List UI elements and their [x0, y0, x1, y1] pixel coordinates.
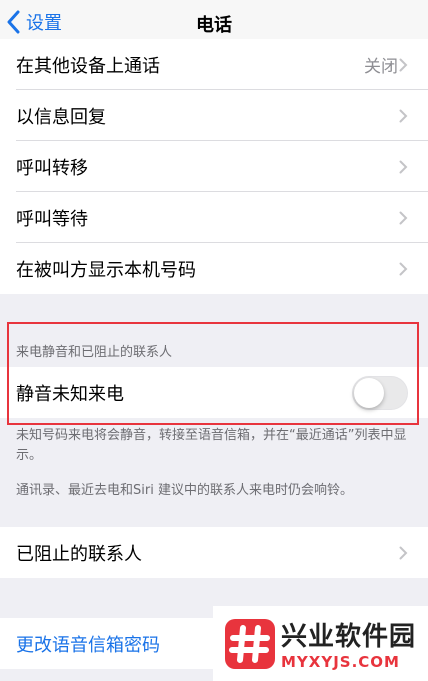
row-call-forwarding[interactable]: 呼叫转移: [0, 141, 428, 192]
row-respond-with-text[interactable]: 以信息回复: [0, 90, 428, 141]
chevron-right-icon: [399, 58, 408, 72]
settings-group-blocked: 已阻止的联系人: [0, 527, 428, 578]
row-label: 已阻止的联系人: [16, 543, 142, 565]
row-label: 在被叫方显示本机号码: [16, 259, 196, 281]
watermark-en: MYXYJS.COM: [281, 653, 400, 671]
row-label: 呼叫转移: [16, 157, 88, 179]
row-value: 关闭: [364, 57, 398, 77]
settings-group-calls: 在其他设备上通话 关闭 以信息回复 呼叫转移 呼叫等待 在被叫方显示本机号码: [0, 39, 428, 294]
navigation-bar: 设置 电话: [0, 0, 428, 44]
chevron-right-icon: [399, 109, 408, 123]
chevron-right-icon: [399, 262, 408, 276]
chevron-right-icon: [399, 160, 408, 174]
row-blocked-contacts[interactable]: 已阻止的联系人: [0, 527, 428, 578]
chevron-right-icon: [399, 211, 408, 225]
row-show-caller-id[interactable]: 在被叫方显示本机号码: [0, 243, 428, 294]
footnote-contacts-ring: 通讯录、最近去电和Siri 建议中的联系人来电时仍会响铃。: [16, 483, 353, 498]
row-label: 更改语音信箱密码: [16, 634, 160, 656]
watermark: 兴业软件园 MYXYJS.COM: [213, 606, 428, 681]
row-calls-on-other-devices[interactable]: 在其他设备上通话 关闭: [0, 39, 428, 90]
row-call-waiting[interactable]: 呼叫等待: [0, 192, 428, 243]
row-label: 呼叫等待: [16, 208, 88, 230]
row-label: 以信息回复: [16, 106, 106, 128]
hash-logo-icon: [225, 618, 275, 669]
row-label: 在其他设备上通话: [16, 55, 160, 77]
footnote-silence: 未知号码来电将会静音，转接至语音信箱，并在“最近通话”列表中显示。: [16, 428, 407, 463]
page-title: 电话: [196, 15, 232, 36]
watermark-cn: 兴业软件园: [281, 622, 417, 652]
highlight-box: [7, 322, 419, 425]
chevron-right-icon: [399, 546, 408, 560]
